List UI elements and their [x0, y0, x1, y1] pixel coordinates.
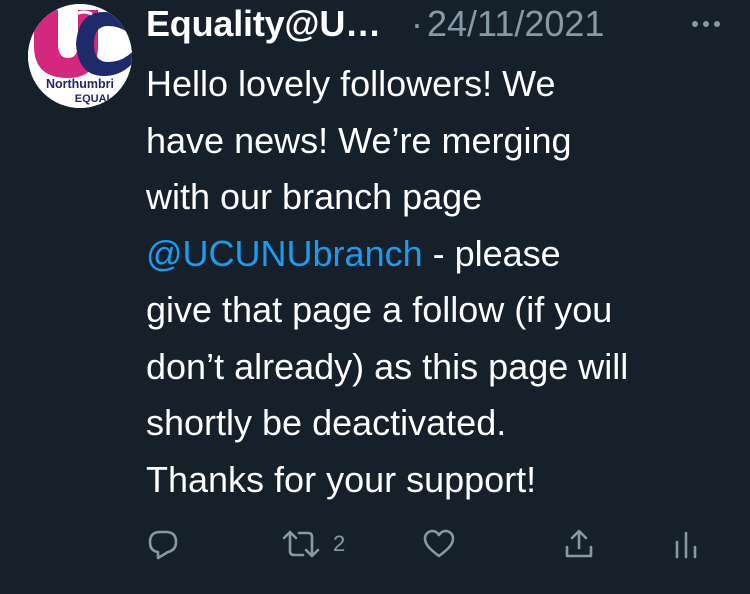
tweet-timestamp[interactable]: 24/11/2021	[427, 3, 605, 45]
retweet-icon	[282, 530, 320, 558]
avatar[interactable]: Northumbri EQUAL	[28, 4, 132, 108]
equality-logo-icon: Northumbri EQUAL	[28, 4, 132, 108]
tweet-text-line: give that page a follow (if you	[146, 289, 613, 330]
more-options-button[interactable]	[686, 0, 726, 48]
tweet-text-line: have news! We’re merging	[146, 119, 572, 161]
header-separator: ·	[410, 3, 423, 44]
tweet-header: Equality@U… · 24/11/2021	[146, 0, 726, 48]
tweet-text-line: shortly be deactivated.	[146, 402, 507, 443]
tweet-text-line: Hello lovely followers! We	[146, 63, 556, 104]
like-button[interactable]	[422, 522, 456, 566]
reply-button[interactable]	[146, 522, 180, 566]
svg-text:EQUAL: EQUAL	[75, 93, 114, 105]
tweet-text-line: don’t already) as this page will	[146, 345, 629, 387]
tweet-text-line: Thanks for your support!	[146, 458, 537, 500]
mention-link[interactable]: @UCUNUbranch	[146, 233, 423, 274]
retweet-button[interactable]: 2	[281, 522, 345, 566]
more-dots-icon	[692, 21, 720, 27]
author-display-name[interactable]: Equality@U…	[146, 3, 381, 45]
heart-icon	[423, 529, 455, 558]
tweet-text-line: with our branch page	[146, 176, 483, 217]
tweet: Northumbri EQUAL Equality@U… · 24/11/202…	[0, 0, 750, 594]
tweet-actions: 2	[146, 522, 726, 566]
svg-text:Northumbri: Northumbri	[46, 77, 114, 91]
analytics-icon	[675, 531, 697, 559]
share-button[interactable]	[562, 522, 596, 566]
tweet-text: Hello lovely followers! We have news! We…	[146, 56, 736, 508]
retweet-count: 2	[333, 531, 346, 556]
tweet-text-fragment: - please	[422, 232, 561, 274]
analytics-button[interactable]	[672, 522, 702, 566]
share-icon	[565, 529, 593, 558]
reply-icon	[148, 530, 178, 560]
tweet-text-line: @UCUNUbranch - please	[146, 226, 736, 283]
